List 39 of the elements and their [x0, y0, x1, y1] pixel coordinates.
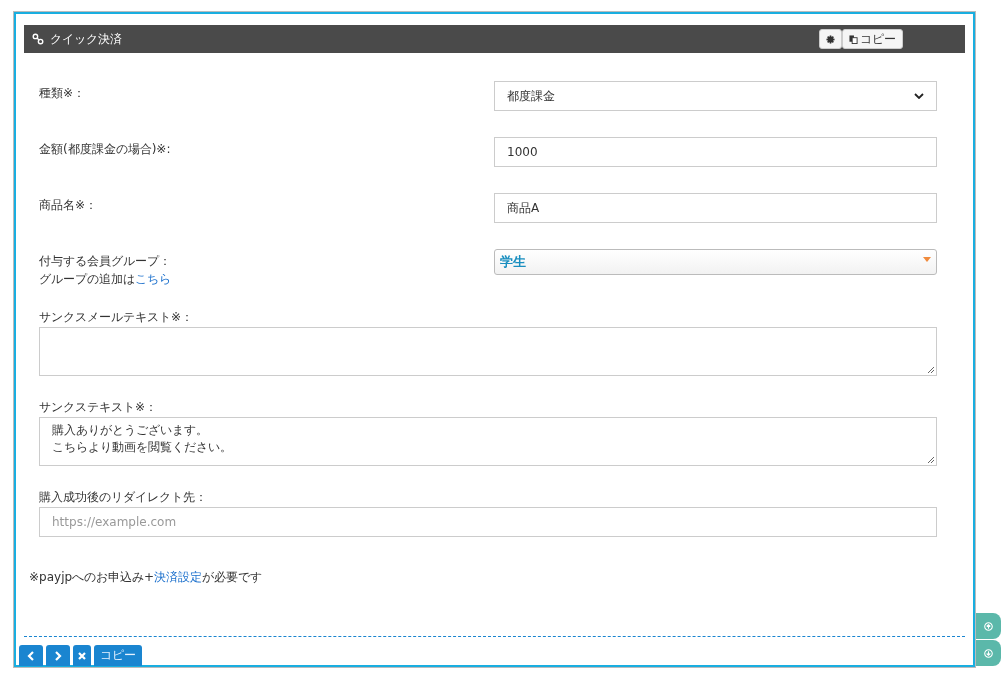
text-line: こちらより動画を閲覧ください。 [52, 439, 232, 456]
close-button[interactable] [73, 645, 91, 666]
settings-icon [826, 34, 835, 44]
caret-icon [923, 257, 931, 262]
previous-button[interactable] [19, 645, 43, 666]
next-button[interactable] [46, 645, 70, 666]
input-field[interactable]: 1000 [494, 137, 937, 167]
arrow-up-circle-icon [984, 621, 993, 631]
textarea-field[interactable]: 購入ありがとうございます。 こちらより動画を閲覧ください。 [39, 417, 937, 466]
settings-link[interactable]: 決済設定 [154, 570, 203, 584]
close-icon [78, 651, 86, 660]
link[interactable]: こちら [135, 272, 171, 286]
move-down-button[interactable] [976, 640, 1001, 666]
resize-grip-icon [927, 366, 935, 374]
copy-icon [849, 34, 858, 44]
copy-button[interactable]: コピー [842, 29, 903, 49]
field-label: サンクステキスト※： [39, 400, 159, 414]
field-label: 購入成功後のリダイレクト先： [39, 490, 208, 504]
panel-title: クイック決済 [50, 30, 122, 48]
chevron-icon [914, 93, 924, 99]
settings-button[interactable] [819, 29, 842, 49]
copy-button[interactable]: コピー [94, 645, 142, 666]
arrow-down-circle-icon [984, 648, 993, 658]
field-label: 付与する会員グループ： [39, 254, 172, 268]
textarea-field[interactable] [39, 327, 937, 376]
chevron-left-icon [27, 650, 35, 661]
input-field[interactable]: 商品A [494, 193, 937, 223]
field-label: 種類※： [39, 86, 87, 100]
field-label: サンクスメールテキスト※： [39, 310, 195, 324]
field-label: 金額(都度課金の場合)※: [39, 142, 172, 156]
chevron-right-icon [54, 650, 62, 661]
field-label: 商品名※： [39, 198, 99, 212]
link-icon [32, 33, 44, 45]
select-field[interactable]: 都度課金 [494, 81, 937, 111]
resize-grip-icon [927, 456, 935, 464]
footer-note: ※payjpへのお申込み+決済設定が必要です [29, 569, 264, 586]
field-note: グループの追加はこちら [39, 272, 172, 286]
move-up-button[interactable] [976, 613, 1001, 639]
text-line: 購入ありがとうございます。 [52, 422, 208, 439]
